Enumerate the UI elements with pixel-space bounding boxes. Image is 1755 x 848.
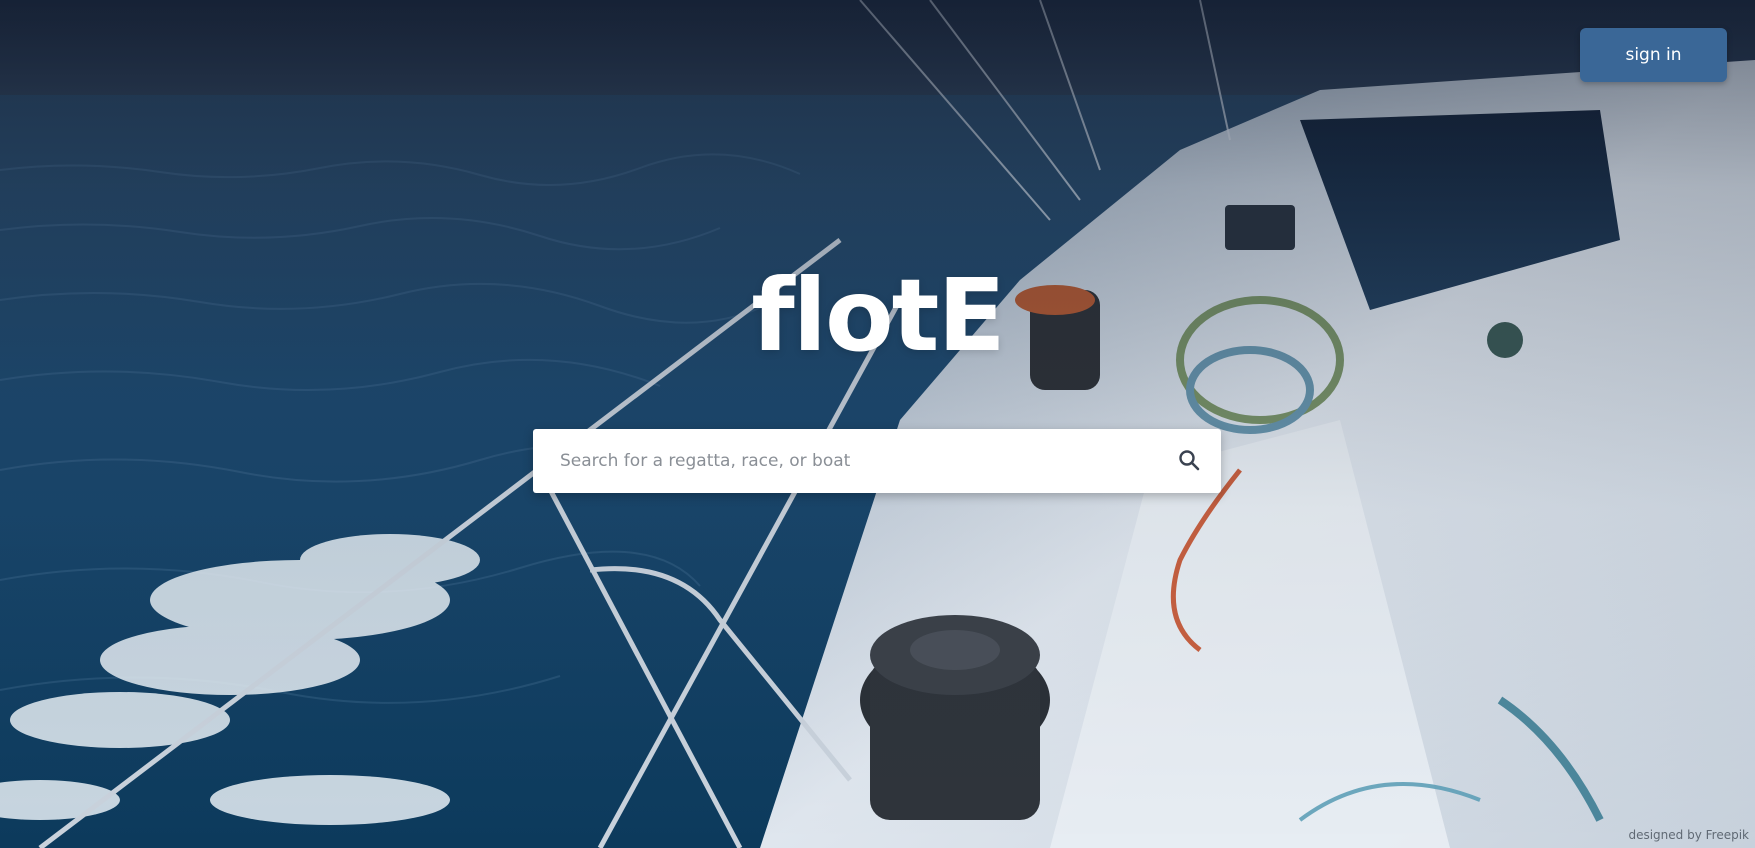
photo-credit: designed by Freepik — [1628, 828, 1749, 842]
hero-section: sign in flotE designed by Freepik — [0, 0, 1755, 848]
search-input[interactable] — [533, 431, 1157, 491]
site-logo: flotE — [751, 257, 1006, 374]
background-photo — [0, 0, 1755, 848]
search-bar — [533, 429, 1221, 493]
sign-in-button[interactable]: sign in — [1580, 28, 1727, 82]
search-icon — [1178, 449, 1200, 474]
search-button[interactable] — [1157, 429, 1221, 493]
